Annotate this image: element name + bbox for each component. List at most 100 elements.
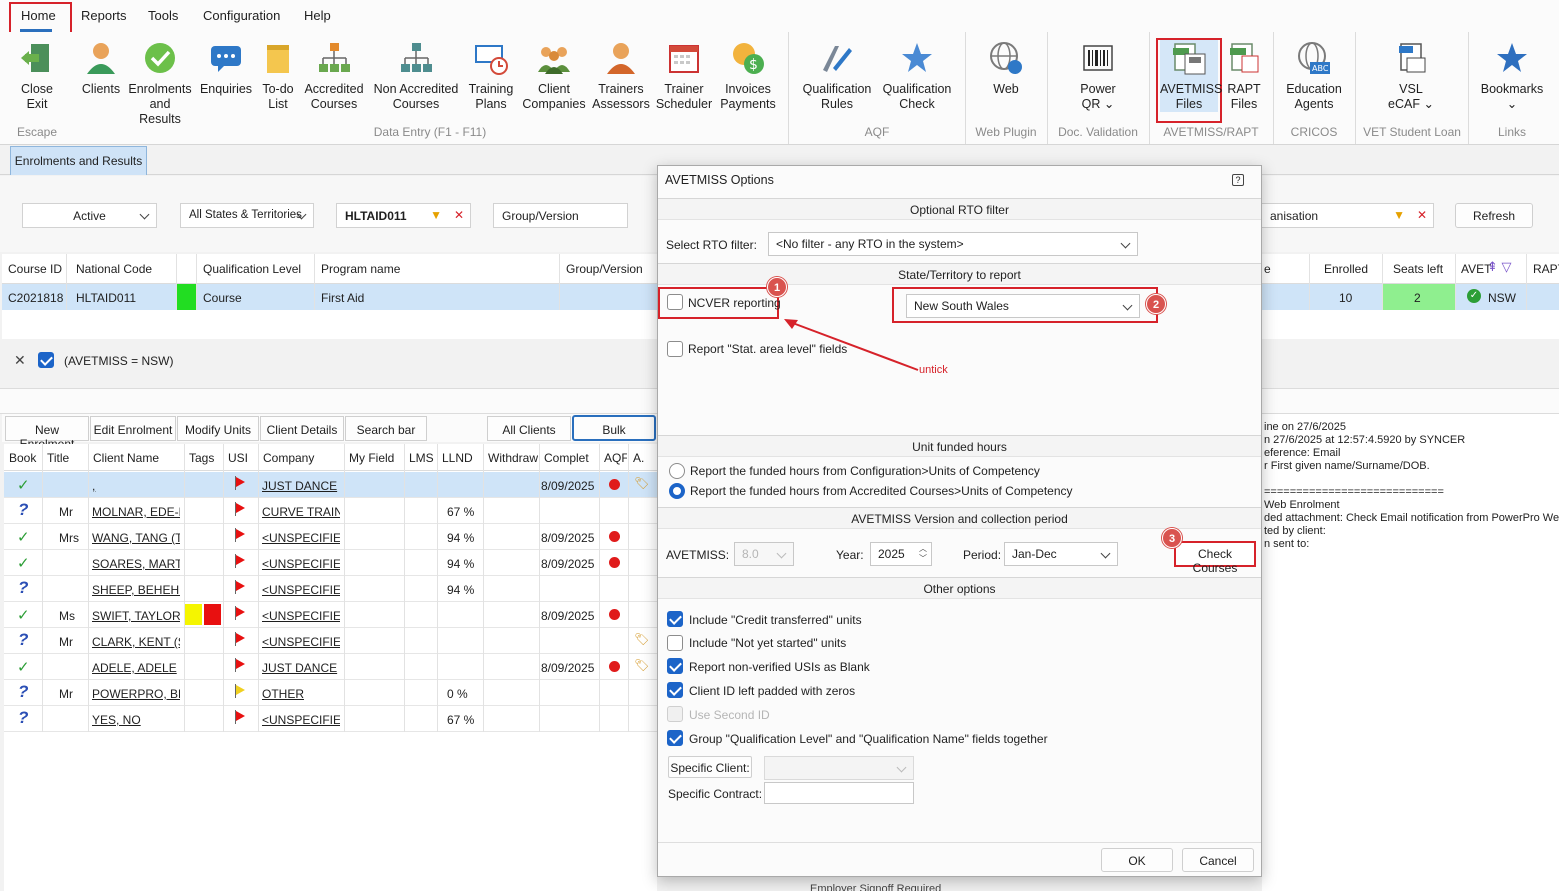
table-row[interactable]: ✓, JUST DANCE 8/09/2025 🏷 — [4, 472, 657, 498]
qualification-rules-button[interactable]: Qualification Rules — [801, 40, 873, 112]
header-a-[interactable]: A. — [633, 451, 656, 465]
accredited-courses-button[interactable]: Accredited Courses — [302, 40, 366, 112]
modify-units-button[interactable]: Modify Units — [177, 416, 259, 441]
header-llnd[interactable]: LLND — [442, 451, 482, 465]
invoices-payments-button[interactable]: $ Invoices Payments — [718, 40, 778, 112]
header-e[interactable]: e — [1264, 262, 1271, 276]
menu-configuration[interactable]: Configuration — [203, 8, 280, 23]
search-bar-button[interactable]: Search bar — [345, 416, 427, 441]
tab-enrolments-results[interactable]: Enrolments and Results — [10, 146, 147, 175]
specific-client-button[interactable]: Specific Client: — [668, 756, 752, 778]
table-row[interactable]: ✓ ADELE, ADELE JUST DANCE 8/09/2025 🏷 — [4, 654, 657, 680]
table-row[interactable]: ✓ SOARES, MARTA <UNSPECIFIEI 94 % 8/09/2025 — [4, 550, 657, 576]
header-book[interactable]: Book — [9, 451, 41, 465]
vsl-ecaf-button[interactable]: VSL eCAF ⌄ — [1382, 40, 1440, 112]
clients-button[interactable]: Clients — [78, 40, 124, 97]
header-program-name[interactable]: Program name — [321, 262, 400, 276]
rapt-files-button[interactable]: RAPT Files — [1224, 40, 1264, 112]
header-usi[interactable]: USI — [228, 451, 257, 465]
header-company[interactable]: Company — [263, 451, 343, 465]
avetmiss-files-button[interactable]: AVETMISS Files — [1160, 40, 1222, 112]
header-client-name[interactable]: Client Name — [93, 451, 183, 465]
trainers-assessors-button[interactable]: Trainers Assessors — [592, 40, 650, 112]
menu-reports[interactable]: Reports — [81, 8, 127, 23]
clear-filter-icon[interactable]: ✕ — [454, 208, 464, 222]
bookmarks-button[interactable]: Bookmarks ⌄ — [1480, 40, 1544, 112]
power-qr-button[interactable]: Power QR ⌄ — [1067, 40, 1129, 112]
header-my-field[interactable]: My Field — [349, 451, 403, 465]
close-filter-icon[interactable]: ✕ — [14, 352, 26, 369]
web-button[interactable]: Web — [975, 40, 1037, 97]
state-select[interactable]: New South Wales — [906, 294, 1140, 318]
group-version-filter[interactable]: Group/Version — [493, 203, 628, 228]
header-course-id[interactable]: Course ID — [8, 262, 62, 276]
filter-icon[interactable]: ▼ — [430, 208, 442, 222]
table-row[interactable]: ? Mr POWERPRO, BEN OTHER 0 % — [4, 680, 657, 706]
organisation-filter[interactable]: anisation ▼ ✕ — [1262, 203, 1434, 228]
table-row[interactable]: ✓ Mrs WANG, TANG (Ta <UNSPECIFIEI 94 % 8/09/2… — [4, 524, 657, 550]
all-clients-button[interactable]: All Clients — [487, 416, 571, 441]
refresh-button[interactable]: Refresh — [1455, 203, 1533, 228]
trainer-scheduler-button[interactable]: Trainer Scheduler — [655, 40, 713, 112]
header-rapt[interactable]: RAPT — [1533, 262, 1559, 276]
status-filter[interactable]: Active — [22, 203, 157, 228]
second-id-checkbox[interactable] — [667, 706, 683, 722]
header-qualification-level[interactable]: Qualification Level — [203, 262, 301, 276]
sort-filter-icon[interactable]: ⇞ ▽ — [1487, 259, 1512, 275]
course-code-filter[interactable]: HLTAID011 ▼ ✕ — [336, 203, 471, 228]
header-withdraw[interactable]: Withdraw — [488, 451, 538, 465]
client-companies-button[interactable]: Client Companies — [522, 40, 586, 112]
rto-filter-select[interactable]: <No filter - any RTO in the system> — [768, 232, 1138, 256]
new-enrolment-button[interactable]: New Enrolment — [5, 416, 89, 451]
filter-enabled-checkbox[interactable] — [38, 352, 54, 368]
menu-home[interactable]: Home — [21, 8, 56, 23]
menu-tools[interactable]: Tools — [148, 8, 178, 23]
qualification-check-button[interactable]: Qualification Check — [881, 40, 953, 112]
stat-area-checkbox[interactable] — [667, 341, 683, 357]
funded-hours-accredited-radio[interactable] — [669, 483, 685, 499]
ncver-reporting-checkbox[interactable] — [667, 294, 683, 310]
client-details-button[interactable]: Client Details — [260, 416, 344, 441]
header-complet[interactable]: Complet — [544, 451, 598, 465]
nonverified-usi-checkbox[interactable] — [667, 658, 683, 674]
cancel-button[interactable]: Cancel — [1182, 848, 1254, 872]
header-title[interactable]: Title — [47, 451, 87, 465]
filter-icon[interactable]: ▼ — [1393, 208, 1405, 222]
close-exit-button[interactable]: Close Exit — [12, 40, 62, 112]
education-agents-button[interactable]: ABC Education Agents — [1282, 40, 1346, 112]
header-national-code[interactable]: National Code — [76, 262, 152, 276]
header-seats-left[interactable]: Seats left — [1393, 262, 1443, 276]
client-id-padded-checkbox[interactable] — [667, 682, 683, 698]
header-lms[interactable]: LMS — [409, 451, 436, 465]
header-aqf[interactable]: AQF — [604, 451, 627, 465]
states-filter[interactable]: All States & Territories — [180, 203, 314, 228]
year-spinner[interactable]: 2025 ︿ ﹀ — [870, 542, 932, 566]
table-row[interactable]: ? YES, NO <UNSPECIFIEI 67 % — [4, 706, 657, 732]
header-enrolled[interactable]: Enrolled — [1324, 262, 1368, 276]
enquiries-button[interactable]: Enquiries — [198, 40, 254, 97]
table-row[interactable]: ? SHEEP, BEHEHEV <UNSPECIFIEI 94 % — [4, 576, 657, 602]
help-icon[interactable]: ? — [1232, 174, 1244, 186]
training-plans-button[interactable]: Training Plans — [466, 40, 516, 112]
specific-client-select[interactable] — [764, 756, 914, 780]
funded-hours-config-radio[interactable] — [669, 463, 685, 479]
non-accredited-courses-button[interactable]: Non Accredited Courses — [372, 40, 460, 112]
period-select[interactable]: Jan-Dec — [1004, 542, 1118, 566]
not-yet-started-checkbox[interactable] — [667, 635, 683, 651]
table-row[interactable]: ? Mr CLARK, KENT (SU <UNSPECIFIEI 🏷 — [4, 628, 657, 654]
avetmiss-version-select[interactable]: 8.0 — [734, 542, 794, 566]
ok-button[interactable]: OK — [1101, 848, 1173, 872]
header-tags[interactable]: Tags — [189, 451, 222, 465]
menu-help[interactable]: Help — [304, 8, 331, 23]
specific-contract-input[interactable] — [764, 782, 914, 804]
todo-list-button[interactable]: To-do List — [258, 40, 298, 112]
edit-enrolment-button[interactable]: Edit Enrolment — [90, 416, 176, 441]
bulk-button[interactable]: Bulk — [572, 415, 656, 441]
table-row[interactable]: ✓ Ms SWIFT, TAYLOR <UNSPECIFIEI 8/09/2025 — [4, 602, 657, 628]
spinner-arrows-icon[interactable]: ︿ ﹀ — [919, 544, 927, 564]
check-courses-button[interactable]: Check Courses — [1176, 543, 1254, 575]
credit-transferred-checkbox[interactable] — [667, 611, 683, 627]
group-qual-fields-checkbox[interactable] — [667, 730, 683, 746]
enrolments-button[interactable]: Enrolments and Results — [128, 40, 192, 127]
clear-filter-icon[interactable]: ✕ — [1417, 208, 1427, 222]
